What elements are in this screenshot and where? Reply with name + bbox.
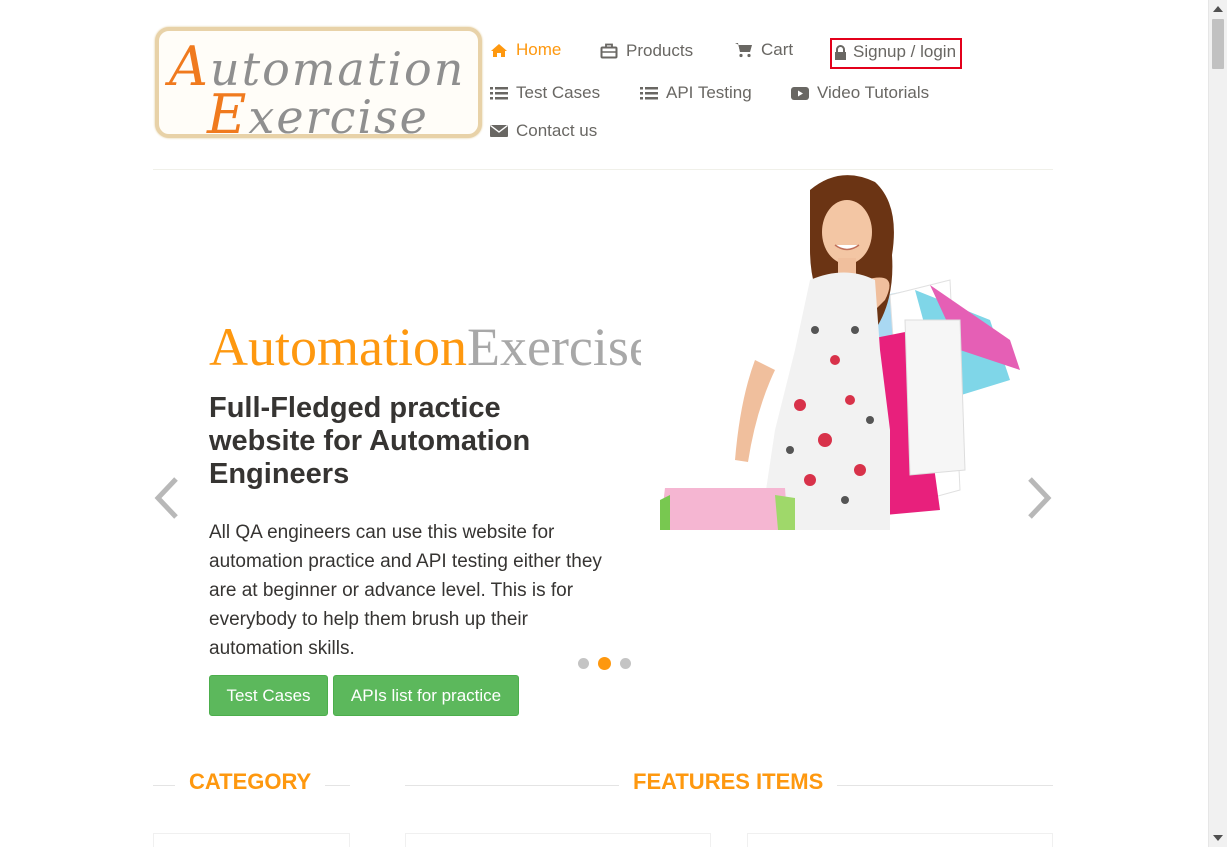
lock-icon bbox=[835, 44, 846, 60]
brand-orange-text: Automation bbox=[209, 317, 467, 376]
slider-prev-arrow[interactable] bbox=[152, 476, 182, 525]
nav-api-testing-label: API Testing bbox=[666, 83, 752, 102]
nav-home-label: Home bbox=[516, 40, 562, 59]
category-panel bbox=[153, 833, 350, 847]
briefcase-icon bbox=[600, 43, 618, 59]
home-icon bbox=[491, 43, 507, 57]
site-logo[interactable]: Automation Exercise bbox=[155, 27, 482, 146]
list-icon bbox=[490, 86, 508, 99]
slider-dot-3[interactable] bbox=[620, 658, 631, 669]
features-items-title: FEATURES ITEMS bbox=[619, 769, 838, 795]
slider-dot-2[interactable] bbox=[598, 657, 611, 670]
nav-video-tutorials[interactable]: Video Tutorials bbox=[791, 83, 929, 103]
brand-grey-text: Exercise bbox=[466, 317, 641, 376]
slide-heading: Full-Fledged practice website for Automa… bbox=[209, 392, 531, 490]
logo-line-2: Exercise bbox=[207, 83, 429, 146]
scroll-thumb[interactable] bbox=[1212, 19, 1224, 69]
slide-description: All QA engineers can use this website fo… bbox=[209, 522, 602, 659]
nav-cart[interactable]: Cart bbox=[735, 40, 793, 60]
nav-test-cases[interactable]: Test Cases bbox=[490, 83, 600, 103]
nav-api-testing[interactable]: API Testing bbox=[640, 83, 752, 103]
nav-test-cases-label: Test Cases bbox=[516, 83, 601, 102]
scroll-down-arrow-icon[interactable] bbox=[1213, 835, 1223, 841]
hero-shopping-girl-image bbox=[660, 175, 1020, 530]
nav-contact-us-label: Contact us bbox=[516, 121, 598, 140]
slider-dot-1[interactable] bbox=[578, 658, 589, 669]
nav-home[interactable]: Home bbox=[490, 40, 561, 60]
envelope-icon bbox=[490, 124, 508, 137]
slide-brand-title: AutomationExercise bbox=[209, 316, 641, 376]
apis-list-button[interactable]: APIs list for practice bbox=[333, 675, 519, 716]
cart-icon bbox=[735, 43, 752, 58]
product-card bbox=[405, 833, 711, 847]
nav-cart-label: Cart bbox=[761, 40, 794, 59]
nav-video-tutorials-label: Video Tutorials bbox=[817, 83, 930, 102]
nav-signup-login[interactable]: Signup / login bbox=[834, 42, 956, 62]
page-scrollbar[interactable] bbox=[1208, 0, 1227, 847]
test-cases-button[interactable]: Test Cases bbox=[209, 675, 328, 716]
scroll-up-arrow-icon[interactable] bbox=[1213, 6, 1223, 12]
nav-contact-us[interactable]: Contact us bbox=[490, 121, 597, 141]
chevron-left-icon bbox=[154, 477, 178, 519]
nav-products[interactable]: Products bbox=[600, 41, 693, 61]
list-icon bbox=[640, 86, 658, 99]
nav-products-label: Products bbox=[626, 41, 694, 60]
page: Automation Exercise Home Products Cart S… bbox=[0, 0, 1227, 847]
category-title: CATEGORY bbox=[175, 769, 326, 795]
nav-signup-login-label: Signup / login bbox=[853, 42, 957, 61]
product-card bbox=[747, 833, 1053, 847]
slider-indicators bbox=[578, 657, 631, 670]
youtube-play-icon bbox=[791, 86, 809, 100]
